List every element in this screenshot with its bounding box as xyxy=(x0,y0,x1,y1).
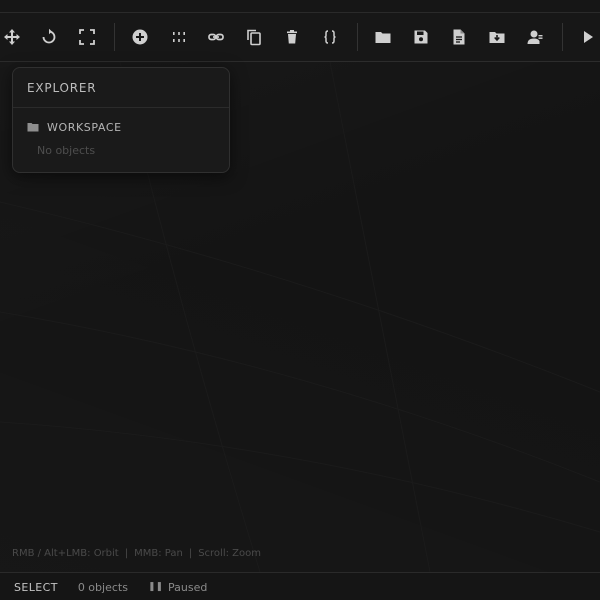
zoom-hint: Scroll: Zoom xyxy=(198,548,261,559)
title-strip xyxy=(0,0,600,13)
workspace-label: WORKSPACE xyxy=(47,120,122,134)
play-state-label: Paused xyxy=(168,580,208,594)
user-icon xyxy=(527,30,543,44)
add-icon xyxy=(132,29,148,45)
scale-icon xyxy=(79,29,95,45)
pause-icon: ❚❚ xyxy=(147,582,164,592)
distribute-button[interactable] xyxy=(167,25,191,49)
status-bar: SELECT 0 objects ❚❚ Paused xyxy=(0,572,600,600)
move-button[interactable] xyxy=(0,25,24,49)
workspace-node[interactable]: WORKSPACE xyxy=(13,117,229,137)
toolbar-separator xyxy=(357,23,358,51)
delete-icon xyxy=(287,30,297,44)
empty-objects-text: No objects xyxy=(37,144,96,157)
scale-button[interactable] xyxy=(75,25,99,49)
play-state: ❚❚ Paused xyxy=(148,581,207,594)
explorer-panel: EXPLORER WORKSPACE No objects xyxy=(12,67,230,173)
move-icon xyxy=(4,29,20,45)
toolbar-separator xyxy=(562,23,563,51)
toolbar-separator xyxy=(114,23,115,51)
toolbar xyxy=(0,13,600,62)
user-button[interactable] xyxy=(523,25,547,49)
hint-separator: | xyxy=(124,548,129,559)
link-icon xyxy=(208,33,224,41)
mode-indicator: SELECT xyxy=(14,580,58,594)
pan-hint: MMB: Pan xyxy=(134,548,183,559)
save-icon xyxy=(414,30,428,44)
rotate-button[interactable] xyxy=(37,25,61,49)
folder-icon xyxy=(375,32,391,43)
orbit-hint: RMB / Alt+LMB: Orbit xyxy=(12,548,119,559)
folder-download-icon xyxy=(489,32,505,43)
folder-icon xyxy=(27,123,39,132)
duplicate-icon xyxy=(247,29,261,46)
save-button[interactable] xyxy=(409,25,433,49)
script-button[interactable] xyxy=(318,25,342,49)
distribute-icon xyxy=(173,32,185,42)
object-count: 0 objects xyxy=(77,580,128,594)
code-braces-icon xyxy=(324,30,336,44)
navigation-hint: RMB / Alt+LMB: Orbit | MMB: Pan | Scroll: Zo… xyxy=(12,548,261,559)
explorer-title: EXPLORER xyxy=(13,68,229,108)
hint-separator: | xyxy=(188,548,193,559)
play-icon xyxy=(584,31,593,43)
new-file-button[interactable] xyxy=(447,25,471,49)
import-button[interactable] xyxy=(485,25,509,49)
duplicate-button[interactable] xyxy=(242,25,266,49)
rotate-icon xyxy=(42,28,56,44)
link-button[interactable] xyxy=(204,25,228,49)
play-button[interactable] xyxy=(576,25,600,49)
file-icon xyxy=(453,29,465,45)
add-object-button[interactable] xyxy=(128,25,152,49)
delete-button[interactable] xyxy=(280,25,304,49)
editor-window: EXPLORER WORKSPACE No objects RMB / Alt+… xyxy=(0,0,600,600)
open-button[interactable] xyxy=(371,25,395,49)
